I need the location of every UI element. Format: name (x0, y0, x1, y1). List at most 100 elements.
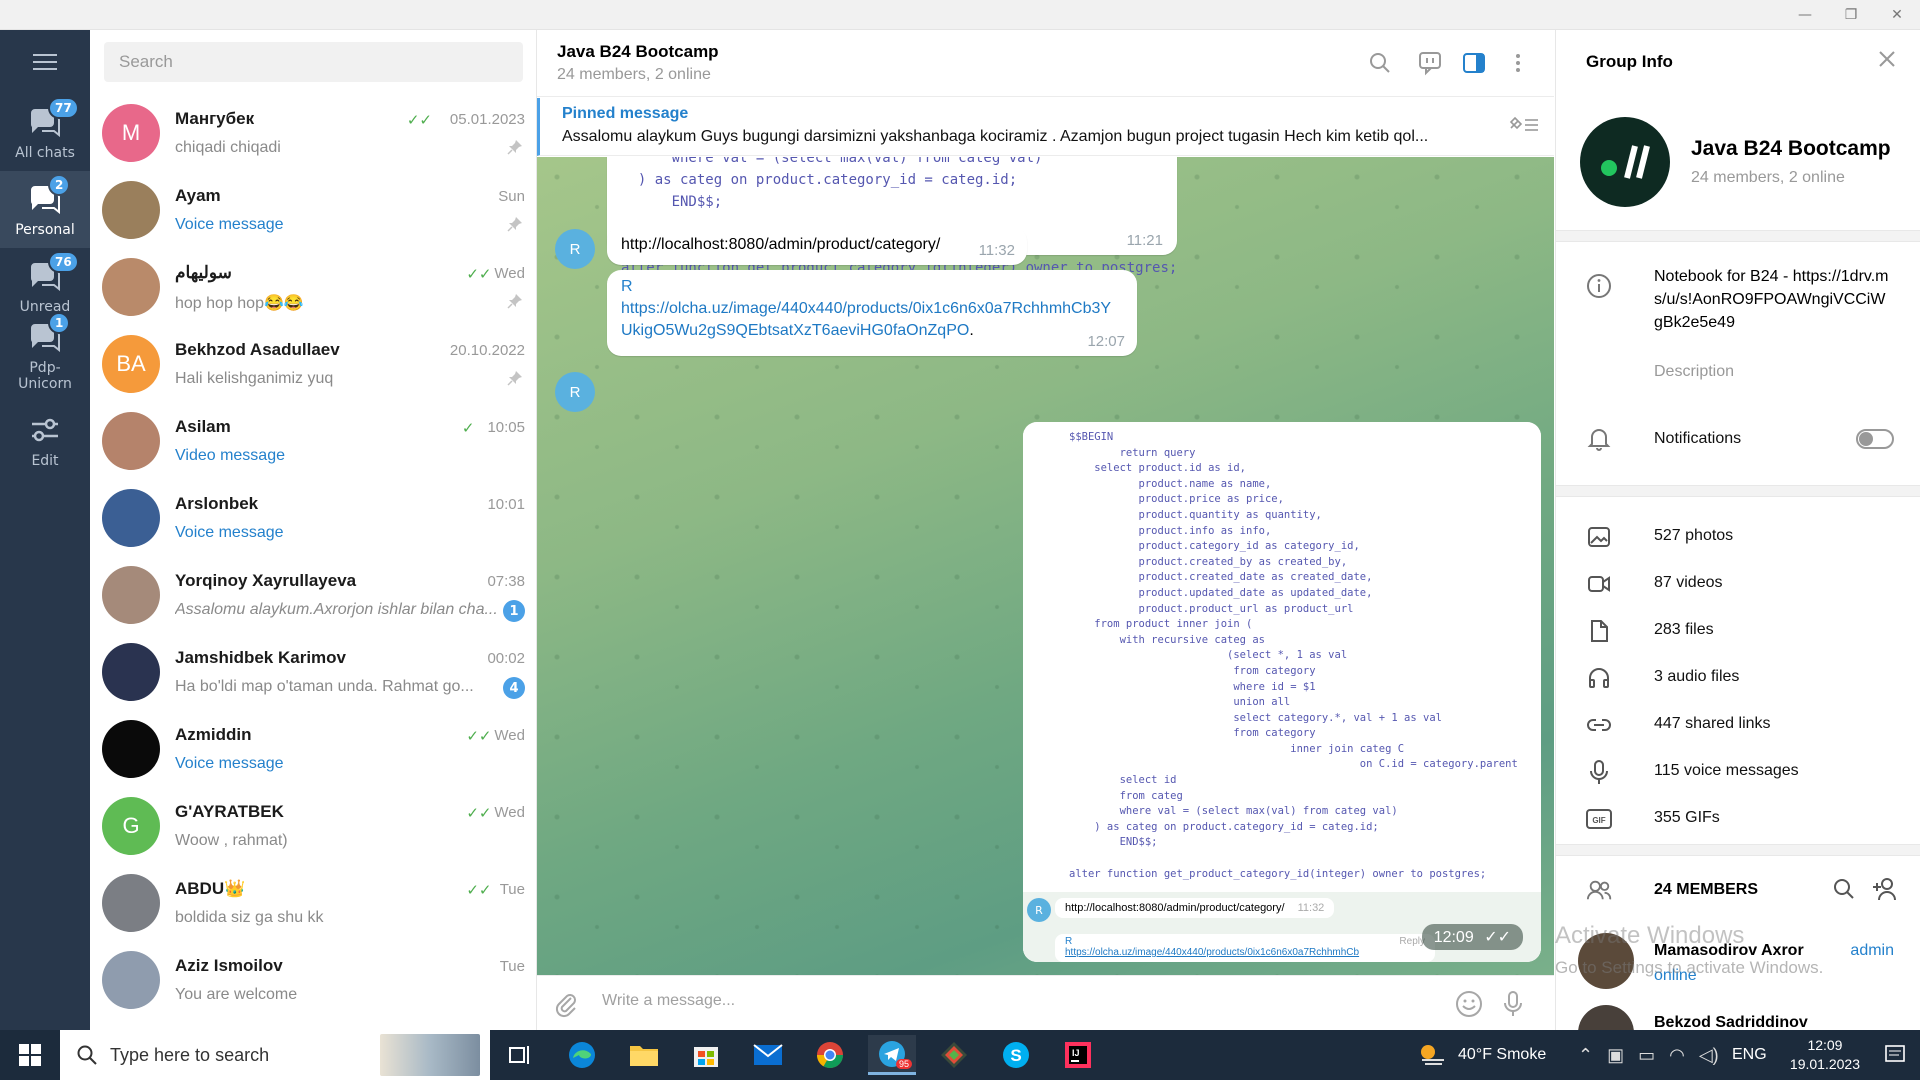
chat-list-item[interactable]: سوليهام Wed ✓✓ hop hop hop😂😂 (90, 248, 537, 325)
url-link[interactable]: https://olcha.uz/image/440x440/products/… (621, 300, 1111, 339)
screenshot-image[interactable]: $$BEGIN return query select product.id a… (1023, 422, 1541, 962)
taskbar-intellij[interactable]: IJ (1054, 1035, 1102, 1075)
link-message-bubble[interactable]: http://localhost:8080/admin/product/cate… (607, 227, 1027, 265)
notifications-center-button[interactable] (1884, 1044, 1906, 1070)
taskbar-mail[interactable] (744, 1035, 792, 1075)
chat-list-item[interactable]: Ayam Sun Voice message (90, 171, 537, 248)
volume-icon[interactable]: ◁) (1699, 1045, 1719, 1066)
url-text: https://olcha.uz/image/440x440/products/… (621, 298, 1121, 342)
taskbar-app-diamond[interactable] (930, 1035, 978, 1075)
chat-list-item[interactable]: G G'AYRATBEK Wed ✓✓ Woow , rahmat) (90, 787, 537, 864)
chat-avatar[interactable] (102, 258, 160, 316)
chat-list-item[interactable]: Jamshidbek Karimov 00:02 Ha bo'ldi map o't… (90, 633, 537, 710)
search-members-button[interactable] (1832, 877, 1856, 905)
voice-record-button[interactable] (1501, 990, 1525, 1024)
taskbar-telegram[interactable]: 95 (868, 1035, 916, 1075)
chat-time: Tue (499, 881, 525, 898)
chat-avatar[interactable]: BA (102, 335, 160, 393)
chat-avatar[interactable] (102, 720, 160, 778)
chat-list-item[interactable]: Asilam 10:05 ✓ Video message (90, 402, 537, 479)
shared-media-row[interactable]: 3 audio files (1654, 668, 1739, 686)
chat-list-item[interactable]: BA Bekhzod Asadullaev 20.10.2022 Hali kelis… (90, 325, 537, 402)
chat-avatar[interactable]: G (102, 797, 160, 855)
chat-name: Bekhzod Asadullaev (175, 340, 340, 359)
chevron-up-icon[interactable]: ⌃ (1578, 1045, 1593, 1066)
discussion-button[interactable] (1417, 50, 1443, 76)
chat-avatar[interactable] (102, 951, 160, 1009)
folder-pdp-unicorn[interactable]: 1 Pdp- Unicorn (0, 312, 90, 402)
group-avatar[interactable] (1580, 117, 1670, 207)
chat-list-item[interactable]: Azmiddin Wed ✓✓ Voice message (90, 710, 537, 787)
chat-list-item[interactable]: Aziz Ismoilov Tue You are welcome (90, 941, 537, 1018)
search-chat-button[interactable] (1367, 50, 1393, 76)
group-description[interactable]: Notebook for B24 - https://1drv.ms/u/s!A… (1654, 265, 1894, 334)
chat-avatar[interactable] (102, 181, 160, 239)
url-message-bubble[interactable]: R https://olcha.uz/image/440x440/product… (607, 270, 1137, 356)
member-role: admin (1850, 942, 1894, 959)
tray-icons[interactable]: ⌃ ▣ ▭ ◠ ◁) (1578, 1030, 1719, 1080)
chat-name: Ayam (175, 186, 221, 205)
search-input[interactable]: Search (104, 42, 523, 82)
maximize-button[interactable]: ❐ (1828, 0, 1874, 30)
taskbar-file-explorer[interactable] (620, 1035, 668, 1075)
close-info-button[interactable] (1876, 48, 1898, 76)
taskbar-search-input[interactable]: Type here to search (60, 1030, 490, 1080)
pinned-list-button[interactable] (1508, 114, 1540, 141)
group-info-panel: Group Info Java B24 Bootcamp 24 members,… (1555, 30, 1920, 1030)
emoji-button[interactable] (1455, 990, 1483, 1024)
more-options-button[interactable] (1505, 50, 1531, 76)
folder-icon (630, 1046, 658, 1066)
chat-avatar[interactable] (102, 566, 160, 624)
taskbar-chrome[interactable] (806, 1035, 854, 1075)
attach-button[interactable] (553, 990, 579, 1024)
add-member-button[interactable] (1871, 875, 1901, 907)
pinned-message-bar[interactable]: Pinned message Assalomu alaykum Guys bug… (537, 98, 1554, 156)
screenshot-sender-name: R (1065, 936, 1073, 947)
folder-unread[interactable]: 76 Unread (0, 248, 90, 325)
chat-avatar[interactable] (102, 643, 160, 701)
message-input[interactable]: Write a message... (602, 992, 735, 1010)
shared-media-row[interactable]: 447 shared links (1654, 715, 1771, 733)
shared-media-row[interactable]: 527 photos (1654, 527, 1733, 545)
chat-list-item[interactable]: ABDU👑 Tue ✓✓ boldida siz ga shu kk (90, 864, 537, 941)
folder-all-chats[interactable]: 77 All chats (0, 94, 90, 171)
shared-media-row[interactable]: 283 files (1654, 621, 1714, 639)
message-time: 11:21 (1126, 232, 1163, 249)
chat-list-item[interactable]: Yorqinoy Xayrullayeva 07:38 Assalomu alayk… (90, 556, 537, 633)
chat-avatar[interactable]: M (102, 104, 160, 162)
taskbar-store[interactable] (682, 1035, 730, 1075)
weather-widget[interactable]: 40°F Smoke (1418, 1030, 1546, 1080)
language-indicator[interactable]: ENG (1732, 1030, 1767, 1080)
sender-avatar[interactable]: R (555, 229, 595, 269)
sidebar-toggle-button[interactable] (1461, 50, 1487, 76)
image-message[interactable]: $$BEGIN return query select product.id a… (1023, 422, 1541, 962)
chat-avatar[interactable] (102, 489, 160, 547)
chat-list-item[interactable]: M Мангубек 05.01.2023 ✓✓ chiqadi chiqadi (90, 94, 537, 171)
sender-avatar[interactable]: R (555, 372, 595, 412)
chat-header[interactable]: Java B24 Bootcamp 24 members, 2 online (537, 30, 1554, 97)
close-window-button[interactable]: ✕ (1874, 0, 1920, 30)
taskbar-skype[interactable]: S (992, 1035, 1040, 1075)
chat-avatar[interactable] (102, 412, 160, 470)
start-button[interactable] (0, 1030, 60, 1080)
member-name[interactable]: Mamasodirov Axror (1654, 942, 1804, 960)
menu-button[interactable] (29, 50, 61, 74)
notifications-toggle[interactable] (1856, 429, 1894, 449)
folder-edit[interactable]: Edit (0, 402, 90, 479)
taskbar-clock[interactable]: 12:09 19.01.2023 (1790, 1036, 1860, 1074)
shared-media-row[interactable]: 355 GIFs (1654, 809, 1720, 827)
folder-personal[interactable]: 2 Personal (0, 171, 90, 248)
chat-avatar[interactable] (102, 874, 160, 932)
shared-media-row[interactable]: 115 voice messages (1654, 762, 1799, 780)
chat-list-item[interactable]: Arslonbek 10:01 Voice message (90, 479, 537, 556)
wifi-icon[interactable]: ◠ (1669, 1045, 1685, 1066)
task-view-button[interactable] (496, 1035, 544, 1075)
sender-name[interactable]: R (621, 278, 633, 296)
member-avatar[interactable] (1578, 933, 1634, 989)
chat-name: سوليهام (175, 263, 232, 282)
shared-media-row[interactable]: 87 videos (1654, 574, 1723, 592)
member-name[interactable]: Bekzod Sadriddinov (1654, 1014, 1808, 1030)
member-avatar[interactable] (1578, 1005, 1634, 1030)
taskbar-edge[interactable] (558, 1035, 606, 1075)
minimize-button[interactable]: — (1782, 0, 1828, 30)
